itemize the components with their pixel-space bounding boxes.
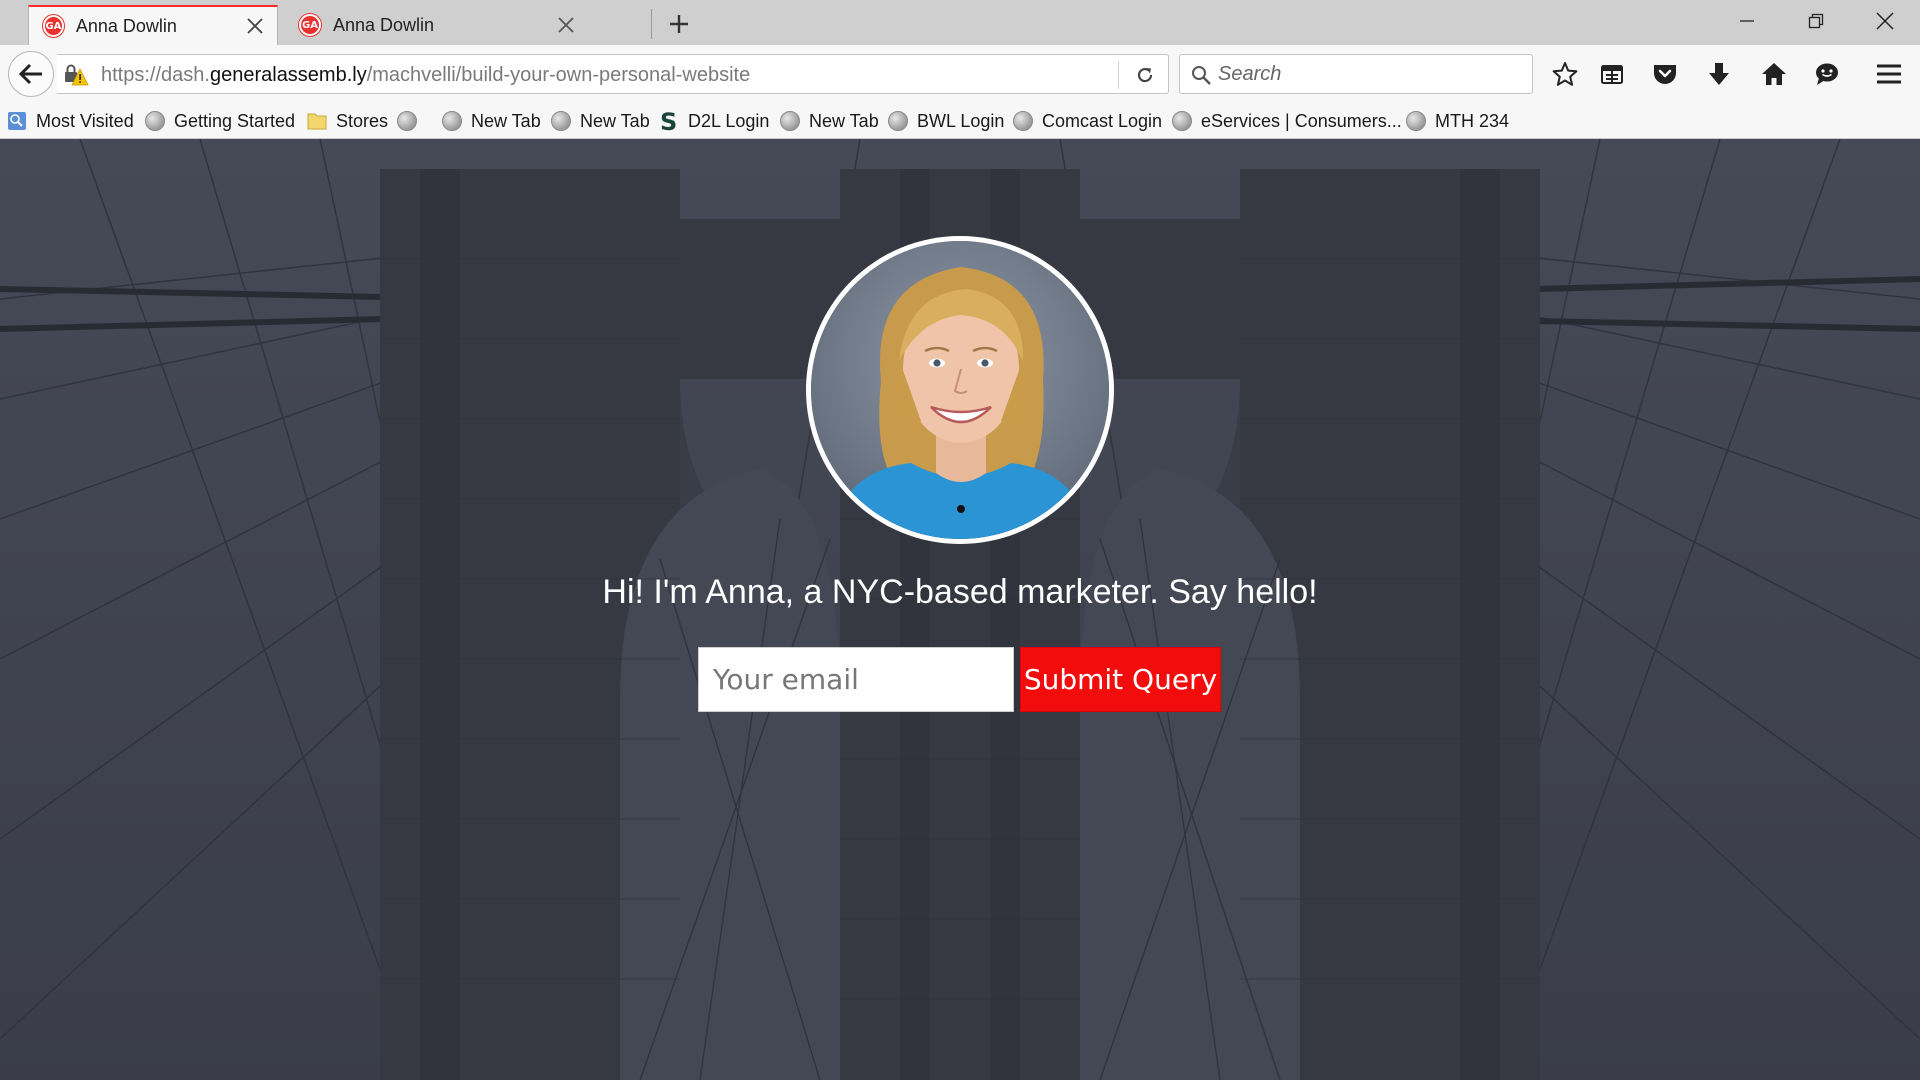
globe-icon [145, 111, 165, 131]
tab-anna-dowlin[interactable]: GA Anna Dowlin [285, 5, 645, 45]
back-button[interactable] [8, 51, 54, 97]
bookmark-label: Comcast Login [1042, 110, 1163, 131]
menu-button[interactable] [1873, 59, 1905, 89]
folder-icon [307, 113, 327, 130]
pocket-button[interactable] [1649, 59, 1681, 89]
minimize-icon [1740, 20, 1754, 22]
portrait-image [811, 241, 1109, 539]
bookmark-label: Getting Started [174, 110, 296, 131]
downloads-button[interactable] [1703, 59, 1735, 89]
bookmark-label: Stores [336, 110, 389, 131]
ga-favicon-icon: GA [43, 15, 64, 37]
plus-icon [670, 15, 688, 33]
profile-photo-frame [806, 236, 1114, 544]
email-input[interactable] [698, 647, 1014, 712]
tab-title: Anna Dowlin [333, 14, 435, 35]
search-bar[interactable] [1179, 54, 1533, 94]
bookmark-new-tab-3[interactable]: New Tab [780, 109, 879, 133]
globe-icon [1406, 111, 1426, 131]
bookmark-label: MTH 234 [1435, 110, 1510, 131]
bookmark-folder-stores[interactable]: Stores [307, 109, 388, 133]
bookmarks-library-button[interactable] [1596, 59, 1628, 89]
bookmark-label: eServices | Consumers... [1201, 110, 1402, 131]
new-tab-button[interactable] [661, 9, 697, 39]
close-icon [1876, 12, 1894, 30]
bookmark-label: New Tab [809, 110, 879, 131]
globe-icon [551, 111, 571, 131]
tab-strip: GA Anna Dowlin GA Anna Dowlin [0, 0, 1920, 45]
bookmark-label: BWL Login [917, 110, 1005, 131]
bookmark-untitled[interactable] [397, 109, 426, 133]
restore-button[interactable] [1782, 0, 1850, 42]
url-bar[interactable]: https://dash.generalassemb.ly/machvelli/… [57, 54, 1169, 94]
tab-title: Anna Dowlin [75, 15, 177, 36]
url-domain: generalassemb.ly [209, 64, 367, 86]
headline-text: Hi! I'm Anna, a NYC-based marketer. Say … [602, 573, 1318, 611]
insecure-lock-warning-icon[interactable] [63, 63, 89, 87]
back-arrow-icon [18, 63, 42, 85]
bookmark-d2l-login[interactable]: S D2L Login [659, 109, 769, 133]
most-visited-icon [8, 112, 26, 130]
profile-photo [811, 241, 1109, 539]
download-arrow-icon [1709, 63, 1729, 85]
close-tab-icon[interactable] [555, 14, 577, 36]
web-page-content: Hi! I'm Anna, a NYC-based marketer. Say … [0, 139, 1920, 1080]
bookmarks-toolbar: Most Visited Getting Started Stores New … [0, 103, 1920, 139]
bookmark-comcast-login[interactable]: Comcast Login [1013, 109, 1162, 133]
globe-icon [888, 111, 908, 131]
bookmark-label: New Tab [580, 110, 650, 131]
bookmark-most-visited[interactable]: Most Visited [7, 109, 134, 133]
bookmark-getting-started[interactable]: Getting Started [145, 109, 295, 133]
restore-icon [1808, 13, 1824, 29]
globe-icon [442, 111, 462, 131]
bookmark-new-tab-1[interactable]: New Tab [442, 109, 541, 133]
globe-icon [1172, 111, 1192, 131]
tab-separator [651, 9, 652, 39]
bookmark-label: D2L Login [688, 110, 770, 131]
close-tab-icon[interactable] [244, 15, 265, 37]
url-text[interactable]: https://dash.generalassemb.ly/machvelli/… [101, 64, 750, 87]
bookmark-star-button[interactable] [1549, 59, 1581, 89]
bookmark-label: New Tab [471, 110, 541, 131]
home-button[interactable] [1758, 59, 1790, 89]
reload-icon [1137, 67, 1153, 83]
star-icon [1552, 62, 1578, 86]
globe-icon [780, 111, 800, 131]
minimize-button[interactable] [1713, 0, 1781, 42]
chat-button[interactable] [1811, 59, 1843, 89]
navigation-toolbar: https://dash.generalassemb.ly/machvelli/… [0, 45, 1920, 103]
search-icon [1192, 66, 1211, 85]
bookmark-bwl-login[interactable]: BWL Login [888, 109, 1004, 133]
pocket-icon [1654, 65, 1676, 84]
library-icon [1601, 65, 1623, 84]
globe-icon [397, 111, 417, 131]
search-input[interactable] [1218, 61, 1518, 87]
globe-icon [1013, 111, 1033, 131]
hamburger-menu-icon [1877, 64, 1901, 84]
svg-text:S: S [660, 109, 677, 133]
bookmark-new-tab-2[interactable]: New Tab [551, 109, 650, 133]
submit-query-button[interactable]: Submit Query [1020, 647, 1221, 712]
bookmark-eservices[interactable]: eServices | Consumers... [1172, 109, 1402, 133]
home-icon [1762, 63, 1786, 85]
chat-bubble-icon [1816, 63, 1838, 85]
url-prefix: https://dash. [101, 64, 210, 86]
close-window-button[interactable] [1851, 0, 1919, 42]
spartan-s-icon: S [660, 109, 677, 133]
url-bar-divider [1118, 61, 1119, 89]
reload-button[interactable] [1132, 63, 1158, 87]
url-path: /machvelli/build-your-own-personal-websi… [366, 64, 751, 86]
bookmark-label: Most Visited [36, 110, 134, 131]
tab-anna-dowlin-active[interactable]: GA Anna Dowlin [28, 5, 278, 45]
ga-favicon-icon: GA [299, 14, 321, 36]
bookmark-mth-234[interactable]: MTH 234 [1406, 109, 1509, 133]
